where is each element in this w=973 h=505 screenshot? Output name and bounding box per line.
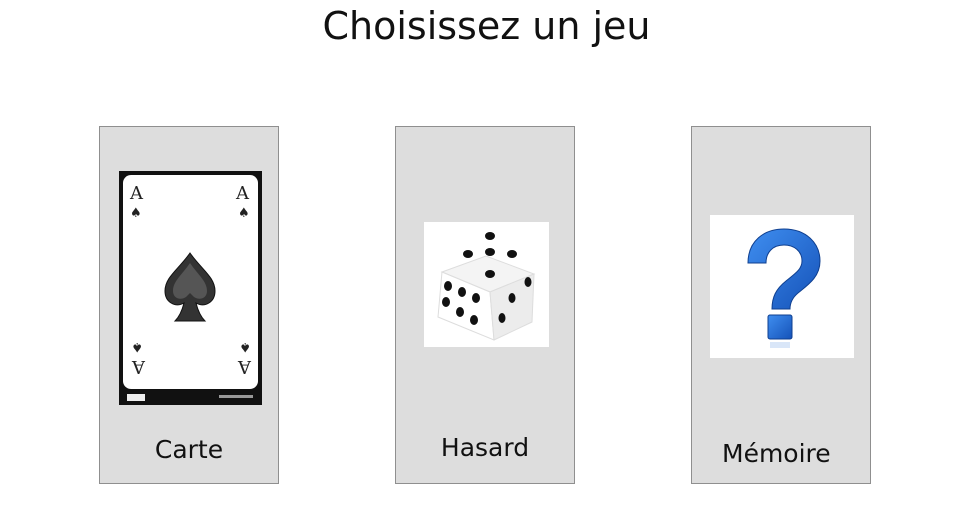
svg-text:♠: ♠ bbox=[130, 206, 142, 221]
svg-text:A: A bbox=[237, 356, 252, 377]
question-mark-icon bbox=[710, 215, 854, 358]
svg-text:A: A bbox=[129, 183, 144, 204]
game-label-hasard: Hasard bbox=[440, 433, 530, 462]
dice-icon bbox=[424, 222, 549, 347]
game-card-memoire[interactable]: Mémoire bbox=[691, 126, 871, 484]
game-card-hasard[interactable]: Hasard bbox=[395, 126, 575, 484]
svg-text:♠: ♠ bbox=[239, 339, 251, 354]
svg-text:♠: ♠ bbox=[238, 206, 250, 221]
page-title: Choisissez un jeu bbox=[322, 4, 651, 48]
game-label-carte: Carte bbox=[154, 435, 224, 464]
game-selection-page: Choisissez un jeu A A ♠ ♠ A A ♠ ♠ Carte … bbox=[0, 0, 973, 505]
svg-text:A: A bbox=[235, 183, 250, 204]
game-label-memoire: Mémoire bbox=[722, 439, 831, 468]
svg-text:A: A bbox=[131, 356, 146, 377]
ace-of-spades-card-icon: A A ♠ ♠ A A ♠ ♠ bbox=[119, 171, 262, 405]
game-card-carte[interactable]: A A ♠ ♠ A A ♠ ♠ Carte bbox=[99, 126, 279, 484]
svg-text:♠: ♠ bbox=[131, 339, 143, 354]
